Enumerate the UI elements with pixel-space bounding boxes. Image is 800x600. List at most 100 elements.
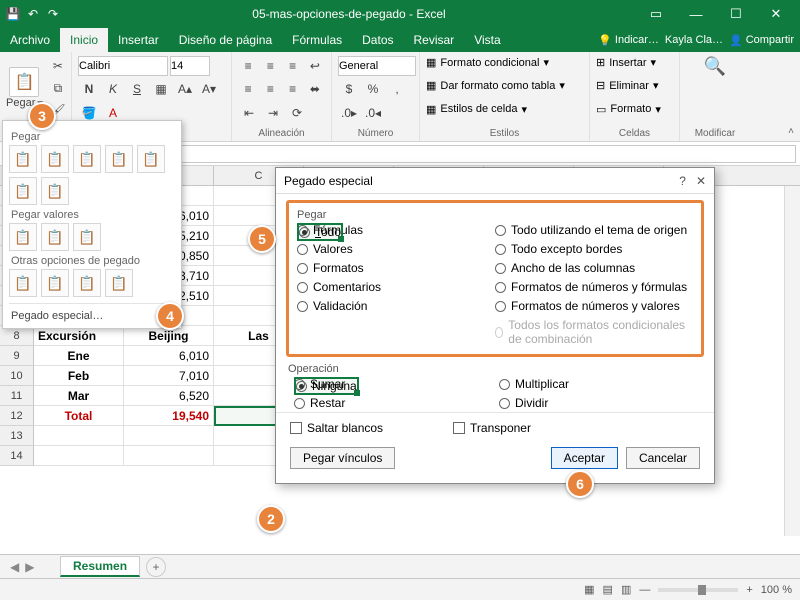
new-sheet-button[interactable]: + bbox=[146, 557, 166, 577]
tell-me[interactable]: 💡 Indicar… bbox=[598, 34, 659, 47]
formula-input[interactable] bbox=[108, 145, 796, 163]
dialog-close-icon[interactable]: ✕ bbox=[696, 174, 706, 188]
paste-values-icon[interactable]: 📋 bbox=[73, 223, 101, 251]
undo-icon[interactable]: ↶ bbox=[24, 5, 42, 23]
share-button[interactable]: 👤 Compartir bbox=[729, 34, 794, 47]
radio-formatos-num-form[interactable]: Formatos de números y fórmulas bbox=[495, 280, 693, 294]
tab-datos[interactable]: Datos bbox=[352, 28, 403, 52]
copy-icon[interactable]: ⧉ bbox=[47, 78, 69, 98]
cell[interactable]: Feb bbox=[34, 366, 124, 386]
tab-formulas[interactable]: Fórmulas bbox=[282, 28, 352, 52]
sheet-tab[interactable]: Resumen bbox=[60, 556, 140, 577]
zoom-out-icon[interactable]: ― bbox=[639, 584, 650, 596]
collapse-ribbon-icon[interactable]: ˄ bbox=[788, 126, 794, 137]
radio-restar[interactable]: Restar bbox=[294, 396, 499, 410]
cell[interactable]: Ene bbox=[34, 346, 124, 366]
radio-formulas[interactable]: Fórmulas bbox=[297, 223, 495, 237]
merge-icon[interactable]: ⬌ bbox=[305, 79, 325, 99]
dialog-help-icon[interactable]: ? bbox=[679, 174, 686, 188]
paste-other-icon[interactable]: 📋 bbox=[105, 269, 133, 297]
close-icon[interactable]: ✕ bbox=[756, 0, 796, 28]
align-left-icon[interactable]: ≡ bbox=[238, 79, 258, 99]
radio-dividir[interactable]: Dividir bbox=[499, 396, 704, 410]
tab-archivo[interactable]: Archivo bbox=[0, 28, 60, 52]
italic-button[interactable]: K bbox=[102, 79, 124, 99]
cell[interactable]: 19,540 bbox=[124, 406, 214, 426]
cell[interactable]: Excursión bbox=[34, 326, 124, 346]
increase-font-button[interactable]: A▴ bbox=[174, 79, 196, 99]
paste-option-icon[interactable]: 📋 bbox=[73, 145, 101, 173]
paste-option-icon[interactable]: 📋 bbox=[41, 145, 69, 173]
cell[interactable]: 7,010 bbox=[124, 366, 214, 386]
format-table-button[interactable]: ▦ Dar formato como tabla ▾ bbox=[426, 79, 583, 92]
ribbon-options-icon[interactable]: ▭ bbox=[636, 0, 676, 28]
user-name[interactable]: Kayla Cla… bbox=[665, 34, 723, 46]
row-header[interactable]: 11 bbox=[0, 386, 34, 406]
comma-icon[interactable]: , bbox=[386, 79, 408, 99]
tab-vista[interactable]: Vista bbox=[464, 28, 510, 52]
delete-cells-button[interactable]: ⊟ Eliminar ▾ bbox=[596, 79, 673, 92]
align-bot-icon[interactable]: ≡ bbox=[283, 56, 303, 76]
radio-ancho-columnas[interactable]: Ancho de las columnas bbox=[495, 261, 693, 275]
ok-button[interactable]: Aceptar bbox=[551, 447, 618, 469]
row-header[interactable]: 12 bbox=[0, 406, 34, 426]
percent-icon[interactable]: % bbox=[362, 79, 384, 99]
radio-valores[interactable]: Valores bbox=[297, 242, 495, 256]
view-layout-icon[interactable]: ▤ bbox=[603, 583, 613, 596]
radio-multiplicar[interactable]: Multiplicar bbox=[499, 377, 704, 391]
paste-option-icon[interactable]: 📋 bbox=[105, 145, 133, 173]
paste-other-icon[interactable]: 📋 bbox=[73, 269, 101, 297]
radio-excepto-bordes[interactable]: Todo excepto bordes bbox=[495, 242, 693, 256]
paste-special-menu-item[interactable]: Pegado especial… bbox=[9, 303, 175, 326]
cell[interactable]: 6,010 bbox=[124, 346, 214, 366]
paste-values-icon[interactable]: 📋 bbox=[41, 223, 69, 251]
radio-validacion[interactable]: Validación bbox=[297, 299, 495, 313]
indent-dec-icon[interactable]: ⇤ bbox=[238, 103, 260, 123]
find-select-icon[interactable]: 🔍 bbox=[686, 56, 744, 77]
paste-other-icon[interactable]: 📋 bbox=[41, 269, 69, 297]
border-button[interactable]: ▦ bbox=[150, 79, 172, 99]
paste-option-icon[interactable]: 📋 bbox=[9, 145, 37, 173]
zoom-in-icon[interactable]: + bbox=[746, 584, 752, 596]
sheet-nav-next-icon[interactable]: ▶ bbox=[25, 560, 34, 574]
zoom-level[interactable]: 100 % bbox=[761, 584, 792, 596]
vertical-scrollbar[interactable] bbox=[784, 186, 800, 536]
insert-cells-button[interactable]: ⊞ Insertar ▾ bbox=[596, 56, 673, 69]
tab-inicio[interactable]: Inicio bbox=[60, 28, 108, 52]
view-normal-icon[interactable]: ▦ bbox=[584, 583, 594, 596]
maximize-icon[interactable]: ☐ bbox=[716, 0, 756, 28]
cell-styles-button[interactable]: ▦ Estilos de celda ▾ bbox=[426, 103, 583, 116]
currency-icon[interactable]: $ bbox=[338, 79, 360, 99]
cancel-button[interactable]: Cancelar bbox=[626, 447, 700, 469]
underline-button[interactable]: S bbox=[126, 79, 148, 99]
redo-icon[interactable]: ↷ bbox=[44, 5, 62, 23]
cond-format-button[interactable]: ▦ Formato condicional ▾ bbox=[426, 56, 583, 69]
zoom-slider[interactable] bbox=[658, 588, 738, 592]
sheet-nav-prev-icon[interactable]: ◀ bbox=[10, 560, 19, 574]
check-saltar-blancos[interactable]: Saltar blancos bbox=[290, 421, 383, 435]
paste-option-icon[interactable]: 📋 bbox=[41, 177, 69, 205]
paste-values-icon[interactable]: 📋 bbox=[9, 223, 37, 251]
font-size-combo[interactable] bbox=[170, 56, 210, 76]
radio-sumar[interactable]: Sumar bbox=[294, 377, 499, 391]
paste-other-icon[interactable]: 📋 bbox=[9, 269, 37, 297]
tab-diseno[interactable]: Diseño de página bbox=[169, 28, 282, 52]
bold-button[interactable]: N bbox=[78, 79, 100, 99]
wrap-text-icon[interactable]: ↩ bbox=[305, 56, 325, 76]
align-right-icon[interactable]: ≡ bbox=[283, 79, 303, 99]
row-header[interactable]: 8 bbox=[0, 326, 34, 346]
row-header[interactable]: 13 bbox=[0, 426, 34, 446]
row-header[interactable]: 9 bbox=[0, 346, 34, 366]
align-mid-icon[interactable]: ≡ bbox=[260, 56, 280, 76]
inc-decimal-icon[interactable]: .0▸ bbox=[338, 103, 360, 123]
save-icon[interactable]: 💾 bbox=[4, 5, 22, 23]
cell[interactable]: Mar bbox=[34, 386, 124, 406]
row-header[interactable]: 14 bbox=[0, 446, 34, 466]
align-center-icon[interactable]: ≡ bbox=[260, 79, 280, 99]
row-header[interactable]: 10 bbox=[0, 366, 34, 386]
dec-decimal-icon[interactable]: .0◂ bbox=[362, 103, 384, 123]
view-pagebreak-icon[interactable]: ▥ bbox=[621, 583, 631, 596]
indent-inc-icon[interactable]: ⇥ bbox=[262, 103, 284, 123]
radio-formatos[interactable]: Formatos bbox=[297, 261, 495, 275]
radio-formatos-num-val[interactable]: Formatos de números y valores bbox=[495, 299, 693, 313]
